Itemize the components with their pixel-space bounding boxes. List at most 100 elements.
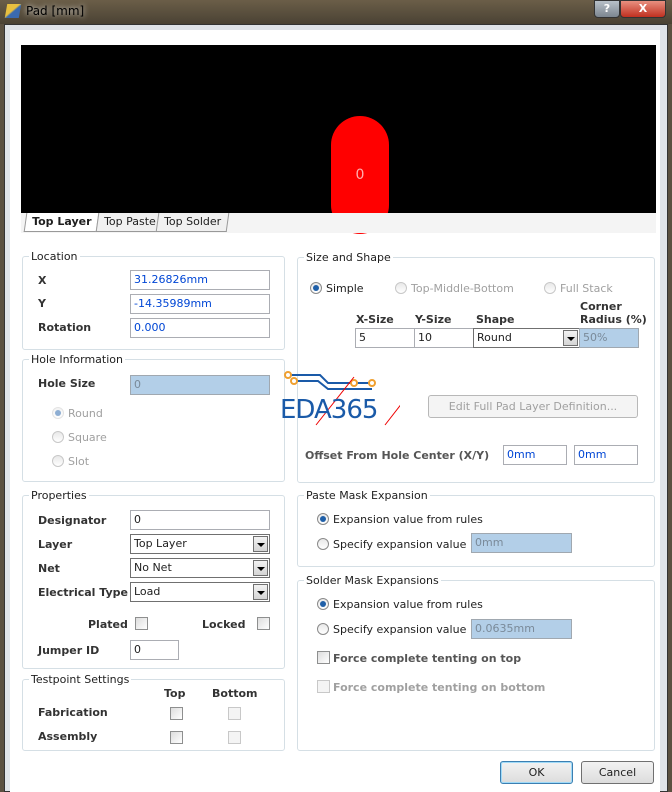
group-title: Paste Mask Expansion (306, 489, 428, 502)
round-radio[interactable] (52, 407, 64, 419)
assembly-bottom-checkbox[interactable] (228, 731, 241, 744)
tent-top-checkbox[interactable] (317, 651, 330, 664)
chevron-down-icon[interactable] (563, 330, 578, 346)
y-label: Y (38, 297, 46, 310)
corner-radius-input[interactable]: 50% (579, 328, 639, 348)
paste-from-rules-radio[interactable] (317, 513, 329, 525)
cancel-button[interactable]: Cancel (581, 761, 654, 784)
ok-button[interactable]: OK (500, 761, 573, 784)
y-size-input[interactable]: 10 (414, 328, 474, 348)
net-select[interactable]: No Net (130, 558, 270, 578)
tab-top-paste[interactable]: Top Paste (95, 213, 165, 232)
chevron-down-icon[interactable] (253, 584, 268, 600)
simple-label: Simple (326, 282, 364, 295)
group-title: Properties (31, 489, 87, 502)
x-label: X (38, 274, 47, 287)
top-column-label: Top (164, 687, 186, 700)
top-middle-bottom-label: Top-Middle-Bottom (411, 282, 514, 295)
simple-radio[interactable] (310, 282, 322, 294)
locked-checkbox[interactable] (257, 617, 270, 630)
tab-label: Top Layer (32, 215, 92, 228)
net-value: No Net (134, 561, 172, 574)
layer-label: Layer (38, 538, 73, 551)
hole-size-input[interactable]: 0 (130, 375, 270, 395)
app-icon (4, 4, 22, 18)
x-size-header: X-Size (356, 313, 394, 326)
eda365-watermark: EDA365 (280, 366, 431, 427)
full-stack-radio[interactable] (544, 282, 556, 294)
solder-from-rules-radio[interactable] (317, 598, 329, 610)
tent-top-label: Force complete tenting on top (333, 652, 522, 665)
solder-specify-radio[interactable] (317, 623, 329, 635)
layer-tabs: Top Layer Top Paste Top Solder (21, 213, 656, 233)
tent-bottom-checkbox[interactable] (317, 680, 330, 693)
window-title: Pad [mm] (26, 4, 85, 18)
assembly-top-checkbox[interactable] (170, 731, 183, 744)
group-title: Testpoint Settings (31, 673, 130, 686)
bottom-column-label: Bottom (212, 687, 258, 700)
round-label: Round (68, 407, 103, 420)
hole-size-label: Hole Size (38, 377, 96, 390)
jumper-id-label: Jumper ID (38, 644, 100, 657)
corner-header: Corner (580, 300, 622, 313)
solder-from-rules-label: Expansion value from rules (333, 598, 483, 611)
paste-value-input[interactable]: 0mm (471, 533, 572, 553)
x-size-input[interactable]: 5 (355, 328, 415, 348)
help-button[interactable]: ? (594, 0, 620, 18)
paste-mask-group: Paste Mask Expansion (297, 489, 655, 567)
square-radio[interactable] (52, 431, 64, 443)
top-middle-bottom-radio[interactable] (395, 282, 407, 294)
designator-label: Designator (38, 514, 107, 527)
offset-x-input[interactable]: 0mm (503, 445, 567, 465)
tab-top-layer[interactable]: Top Layer (23, 213, 100, 232)
paste-from-rules-label: Expansion value from rules (333, 513, 483, 526)
y-input[interactable]: -14.35989mm (130, 294, 270, 314)
paste-specify-label: Specify expansion value (333, 538, 467, 551)
solder-value-input[interactable]: 0.0635mm (471, 619, 572, 639)
paste-specify-radio[interactable] (317, 538, 329, 550)
group-title: Location (31, 250, 78, 263)
group-title: Solder Mask Expansions (306, 574, 439, 587)
jumper-id-stepper[interactable]: 0 (130, 640, 179, 660)
net-label: Net (38, 562, 60, 575)
plated-checkbox[interactable] (135, 617, 148, 630)
shape-select[interactable]: Round (473, 328, 580, 348)
solder-specify-label: Specify expansion value (333, 623, 467, 636)
radius-header: Radius (%) (580, 313, 647, 326)
fabrication-label: Fabrication (38, 706, 108, 719)
full-stack-label: Full Stack (560, 282, 613, 295)
layer-value: Top Layer (134, 537, 187, 550)
plated-label: Plated (88, 618, 128, 631)
locked-label: Locked (202, 618, 246, 631)
chevron-down-icon[interactable] (253, 536, 268, 552)
tent-bottom-label: Force complete tenting on bottom (333, 681, 546, 694)
tab-label: Top Solder (164, 215, 222, 228)
offset-y-input[interactable]: 0mm (574, 445, 638, 465)
y-size-header: Y-Size (415, 313, 452, 326)
x-input[interactable]: 31.26826mm (130, 270, 270, 290)
rotation-input[interactable]: 0.000 (130, 318, 270, 338)
electrical-type-select[interactable]: Load (130, 582, 270, 602)
shape-header: Shape (476, 313, 515, 326)
fabrication-bottom-checkbox[interactable] (228, 707, 241, 720)
edit-full-pad-layer-button[interactable]: Edit Full Pad Layer Definition... (428, 395, 638, 418)
pad-preview: 0 (21, 45, 656, 234)
title-bar[interactable] (0, 0, 672, 24)
tab-label: Top Paste (104, 215, 156, 228)
offset-label: Offset From Hole Center (X/Y) (305, 449, 490, 462)
chevron-down-icon[interactable] (253, 560, 268, 576)
slot-radio[interactable] (52, 455, 64, 467)
tab-top-solder[interactable]: Top Solder (155, 213, 230, 232)
electrical-type-value: Load (134, 585, 161, 598)
layer-select[interactable]: Top Layer (130, 534, 270, 554)
designator-input[interactable]: 0 (130, 510, 270, 530)
slot-label: Slot (68, 455, 90, 468)
assembly-label: Assembly (38, 730, 98, 743)
close-button[interactable]: X (620, 0, 666, 18)
electrical-type-label: Electrical Type (38, 586, 128, 599)
square-label: Square (68, 431, 107, 444)
group-title: Hole Information (31, 353, 123, 366)
rotation-label: Rotation (38, 321, 92, 334)
fabrication-top-checkbox[interactable] (170, 707, 183, 720)
watermark-text: EDA365 (280, 395, 378, 425)
